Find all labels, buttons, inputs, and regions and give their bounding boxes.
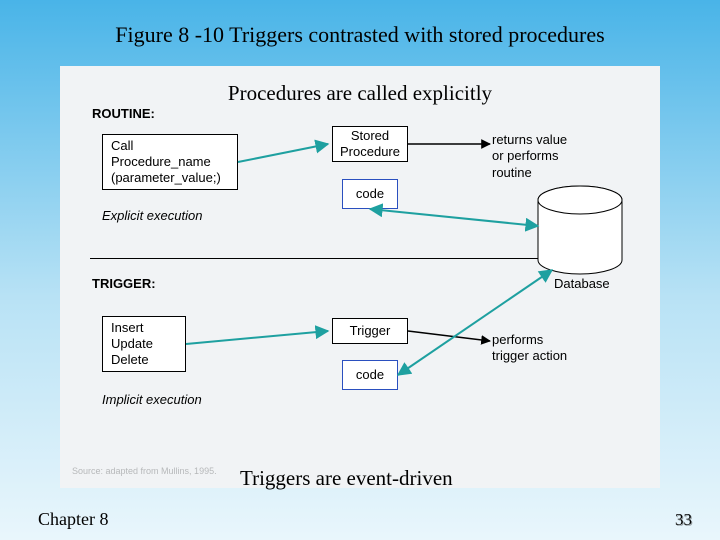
database-icon bbox=[538, 186, 622, 274]
subtitle-triggers: Triggers are event-driven bbox=[240, 466, 453, 491]
diagram-panel: ROUTINE: Call Procedure_name (parameter_… bbox=[60, 66, 660, 488]
stored-procedure-box: Stored Procedure bbox=[332, 126, 408, 162]
explicit-exec-label: Explicit execution bbox=[102, 208, 202, 223]
slide: ROUTINE: Call Procedure_name (parameter_… bbox=[0, 0, 720, 540]
footer-page-number: 33 bbox=[675, 510, 692, 530]
ops-line-2: Update bbox=[111, 336, 153, 352]
source-note: Source: adapted from Mullins, 1995. bbox=[72, 466, 217, 476]
footer-chapter: Chapter 8 bbox=[38, 509, 108, 530]
ops-line-1: Insert bbox=[111, 320, 153, 336]
implicit-exec-label: Implicit execution bbox=[102, 392, 202, 407]
performs-label: performs trigger action bbox=[492, 332, 567, 365]
arrow-call-to-proc bbox=[238, 144, 328, 162]
arrow-code-db-routine bbox=[370, 209, 538, 226]
ops-line-3: Delete bbox=[111, 352, 153, 368]
returns-label: returns value or performs routine bbox=[492, 132, 567, 181]
routine-heading: ROUTINE: bbox=[92, 106, 155, 121]
database-label: Database bbox=[554, 276, 610, 291]
figure-title: Figure 8 -10 Triggers contrasted with st… bbox=[0, 22, 720, 48]
trigger-heading: TRIGGER: bbox=[92, 276, 156, 291]
trigger-box: Trigger bbox=[332, 318, 408, 344]
trigger-code-box: code bbox=[342, 360, 398, 390]
ops-box: Insert Update Delete bbox=[102, 316, 186, 372]
call-box: Call Procedure_name (parameter_value;) bbox=[102, 134, 238, 190]
arrow-trigger-to-performs bbox=[408, 331, 490, 341]
call-line-1: Call bbox=[111, 138, 221, 154]
arrow-ops-to-trigger bbox=[186, 331, 328, 344]
call-line-3: (parameter_value;) bbox=[111, 170, 221, 186]
section-divider bbox=[90, 258, 560, 259]
routine-code-box: code bbox=[342, 179, 398, 209]
subtitle-procedures: Procedures are called explicitly bbox=[0, 81, 720, 106]
call-line-2: Procedure_name bbox=[111, 154, 221, 170]
